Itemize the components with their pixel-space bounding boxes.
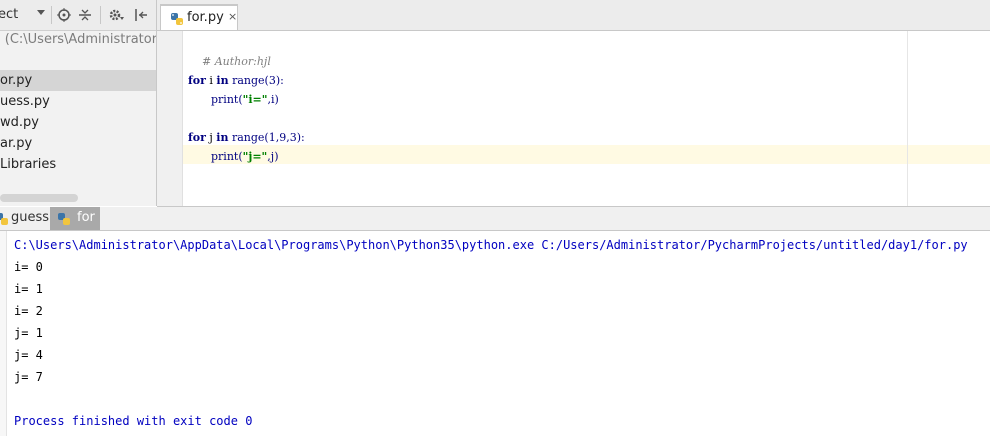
keyword: for — [188, 131, 206, 144]
toolbar-divider — [100, 6, 101, 24]
identifier: i — [205, 74, 217, 87]
project-view-selector[interactable]: ect — [0, 7, 18, 22]
horizontal-scrollbar[interactable] — [0, 194, 78, 202]
console-output-line: i= 1 — [14, 282, 43, 296]
console-command-line: C:\Users\Administrator\AppData\Local\Pro… — [14, 238, 968, 252]
code-text: range(1,9,3): — [228, 131, 305, 144]
project-item-pwd-py[interactable]: wd.py — [0, 112, 156, 133]
python-file-icon — [170, 11, 184, 25]
project-panel: ect l (C:\Users\Administrator\Py or.py u… — [0, 0, 157, 206]
code-text: range(3): — [228, 74, 284, 87]
code-line-7: print("j=",j) — [211, 147, 279, 166]
chevron-down-icon[interactable] — [37, 10, 45, 15]
project-item-external-libraries[interactable]: Libraries — [0, 154, 156, 175]
run-tab-guess[interactable]: guess — [0, 207, 50, 230]
project-toolbar: ect — [0, 0, 156, 31]
project-file-list: or.py uess.py wd.py ar.py Libraries — [0, 70, 156, 175]
target-icon[interactable] — [57, 8, 71, 22]
console-exit-message: Process finished with exit code 0 — [14, 414, 253, 428]
code-line-3: for i in range(3): — [188, 71, 284, 90]
python-file-icon — [57, 211, 71, 225]
code-line-6: for j in range(1,9,3): — [188, 128, 305, 147]
run-tab-for[interactable]: for — [50, 207, 100, 230]
project-item-guess-py[interactable]: uess.py — [0, 91, 156, 112]
keyword: for — [188, 74, 206, 87]
string-literal: "j=" — [242, 150, 268, 163]
console-output-line: j= 7 — [14, 370, 43, 384]
code-text: ,i) — [267, 93, 279, 106]
code-line-4: print("i=",i) — [211, 90, 279, 109]
keyword: in — [216, 131, 229, 144]
tab-label: for.py — [187, 10, 224, 25]
toolbar-divider — [51, 6, 52, 24]
project-item-for-py[interactable]: or.py — [0, 70, 156, 91]
keyword: in — [216, 74, 229, 87]
string-literal: "i=" — [242, 93, 268, 106]
close-icon[interactable]: × — [228, 10, 237, 23]
project-item-var-py[interactable]: ar.py — [0, 133, 156, 154]
line-gutter — [157, 31, 183, 206]
caret-line-highlight — [157, 145, 990, 164]
console-output-line: i= 0 — [14, 260, 43, 274]
run-tab-label: for — [77, 210, 95, 225]
run-toolbar-strip — [0, 231, 7, 436]
project-root-path[interactable]: l (C:\Users\Administrator\Py — [0, 32, 156, 47]
gear-icon[interactable] — [108, 8, 124, 22]
right-margin-guide — [907, 31, 908, 206]
run-console-output[interactable]: C:\Users\Administrator\AppData\Local\Pro… — [14, 234, 990, 432]
code-comment: # Author:hjl — [202, 55, 271, 68]
collapse-icon[interactable] — [78, 8, 92, 22]
code-text: print( — [211, 93, 243, 106]
console-output-line: j= 4 — [14, 348, 43, 362]
run-tab-label: guess — [11, 210, 50, 225]
tab-for-py[interactable]: for.py × — [160, 4, 238, 30]
pin-icon[interactable] — [134, 8, 148, 22]
console-output-line: i= 2 — [14, 304, 43, 318]
code-text: print( — [211, 150, 243, 163]
identifier: j — [205, 131, 217, 144]
run-tab-bar: guess for — [0, 207, 990, 231]
code-line-1: # Author:hjl — [188, 33, 271, 68]
editor-tab-bar: for.py × — [157, 0, 990, 31]
code-text: ,j) — [267, 150, 279, 163]
console-output-line: j= 1 — [14, 326, 43, 340]
code-editor[interactable]: # Author:hjl for i in range(3): print("i… — [157, 31, 990, 207]
python-file-icon — [0, 211, 9, 225]
